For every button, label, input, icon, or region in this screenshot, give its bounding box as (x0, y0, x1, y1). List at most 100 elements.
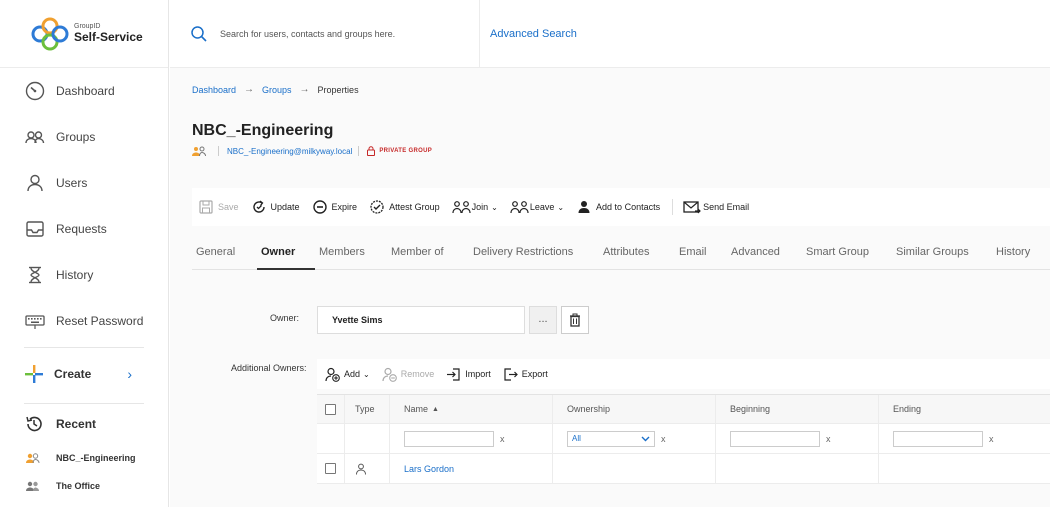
search-input[interactable] (220, 28, 470, 39)
logo[interactable]: GroupID Self-Service (0, 0, 168, 68)
breadcrumb-separator: → (299, 84, 310, 95)
owner-label: Owner: (270, 313, 300, 323)
tab-smart-group[interactable]: Smart Group (802, 238, 892, 270)
tab-general[interactable]: General (192, 238, 257, 270)
ownership-filter-select[interactable]: All (567, 430, 655, 447)
search-icon[interactable] (190, 25, 208, 43)
beginning-filter-input[interactable] (730, 430, 820, 447)
ownership-filter-value: All (572, 434, 581, 443)
chevron-down-icon (641, 436, 650, 442)
sidebar-item-label: History (56, 268, 94, 282)
recent-history-icon (24, 414, 44, 434)
tab-attributes[interactable]: Attributes (599, 238, 675, 270)
column-name[interactable]: Name ▲ (390, 395, 553, 423)
chevron-down-icon: ⌄ (363, 369, 370, 379)
breadcrumb-current: Properties (317, 84, 359, 95)
group-toolbar: Save Update Expire Attest Group Join ⌄ L… (192, 188, 1050, 226)
recent-label: Recent (56, 417, 97, 431)
sidebar-item-reset-password[interactable]: Reset Password (0, 298, 168, 344)
page-title: NBC_-Engineering (192, 122, 334, 139)
owner-name-link[interactable]: Lars Gordon (404, 464, 454, 474)
update-label: Update (270, 202, 300, 212)
leave-icon (510, 199, 529, 215)
add-to-contacts-label: Add to Contacts (596, 202, 661, 212)
top-bar: Advanced Search (170, 0, 1050, 68)
create-button[interactable]: Create › (0, 348, 168, 400)
group-icon (192, 146, 206, 156)
add-to-contacts-button[interactable]: Add to Contacts (576, 199, 660, 215)
remove-owner-list-button[interactable]: Remove (382, 367, 435, 382)
recent-item-the-office[interactable]: The Office (0, 472, 168, 500)
main-content: Dashboard → Groups → Properties NBC_-Eng… (170, 68, 1050, 507)
additional-owners-label: Additional Owners: (231, 363, 307, 373)
export-button[interactable]: Export (503, 367, 548, 382)
owner-field[interactable]: Yvette Sims (317, 306, 525, 334)
trash-icon (568, 313, 582, 327)
sidebar-item-label: Reset Password (56, 314, 144, 328)
tab-advanced[interactable]: Advanced (727, 238, 802, 270)
name-filter-input[interactable] (404, 430, 494, 447)
sidebar-item-label: Requests (56, 222, 107, 236)
select-all-checkbox[interactable] (325, 403, 336, 415)
sidebar-item-history[interactable]: History (0, 252, 168, 298)
recent-header: Recent (0, 404, 168, 444)
expire-label: Expire (331, 202, 358, 212)
ending-filter-input[interactable] (893, 430, 983, 447)
remove-owner-button[interactable] (561, 306, 589, 334)
row-checkbox[interactable] (325, 463, 336, 474)
breadcrumb-dashboard[interactable]: Dashboard (192, 85, 236, 95)
table-row[interactable]: Lars Gordon (317, 454, 1050, 484)
clear-filter-icon[interactable]: x (661, 434, 666, 444)
sidebar-item-label: Dashboard (56, 84, 115, 98)
update-button[interactable]: Update (251, 199, 300, 215)
chevron-down-icon: ⌄ (557, 202, 565, 212)
column-ownership[interactable]: Ownership (553, 395, 716, 423)
add-owner-label: Add (344, 369, 361, 379)
lock-icon (367, 146, 376, 156)
toolbar-divider (672, 199, 674, 215)
breadcrumb-groups[interactable]: Groups (262, 85, 292, 95)
column-type: Type (345, 395, 390, 423)
tab-delivery-restrictions[interactable]: Delivery Restrictions (469, 238, 599, 270)
tab-bar: General Owner Members Member of Delivery… (192, 238, 1050, 270)
breadcrumb: Dashboard → Groups → Properties (192, 84, 359, 95)
mail-icon (683, 199, 701, 215)
tab-members[interactable]: Members (315, 238, 387, 270)
column-beginning[interactable]: Beginning (716, 395, 879, 423)
tab-owner[interactable]: Owner (257, 238, 315, 270)
browse-owner-button[interactable]: ... (529, 306, 557, 334)
attest-group-button[interactable]: Attest Group (369, 199, 440, 215)
clear-filter-icon[interactable]: x (989, 434, 994, 444)
dashboard-icon (24, 80, 46, 102)
private-group-badge: PRIVATE GROUP (379, 148, 433, 154)
tab-email[interactable]: Email (675, 238, 727, 270)
group-email-link[interactable]: NBC_-Engineering@milkyway.local (227, 147, 352, 156)
tab-member-of[interactable]: Member of (387, 238, 469, 270)
import-button[interactable]: Import (446, 367, 491, 382)
add-owner-button[interactable]: Add ⌄ (325, 367, 370, 382)
hourglass-icon (24, 264, 46, 286)
breadcrumb-separator: → (244, 84, 255, 95)
sidebar-item-groups[interactable]: Groups (0, 114, 168, 160)
tab-similar-groups[interactable]: Similar Groups (892, 238, 992, 270)
recent-item-nbc-engineering[interactable]: NBC_-Engineering (0, 444, 168, 472)
expire-button[interactable]: Expire (312, 199, 358, 215)
clear-filter-icon[interactable]: x (500, 434, 505, 444)
save-button[interactable]: Save (198, 199, 239, 215)
sidebar-item-dashboard[interactable]: Dashboard (0, 68, 168, 114)
clear-filter-icon[interactable]: x (826, 434, 831, 444)
remove-owner-label: Remove (400, 369, 435, 379)
column-ending[interactable]: Ending (879, 395, 1050, 423)
sidebar-item-users[interactable]: Users (0, 160, 168, 206)
send-email-button[interactable]: Send Email (683, 199, 749, 215)
logo-icon (30, 16, 72, 52)
divider (218, 146, 219, 156)
grid-filter-row: x All x x x (317, 424, 1050, 454)
join-button[interactable]: Join ⌄ (451, 199, 498, 215)
advanced-search-link[interactable]: Advanced Search (490, 28, 577, 40)
user-icon (24, 172, 46, 194)
search-bar (170, 0, 480, 68)
sidebar-item-requests[interactable]: Requests (0, 206, 168, 252)
tab-history[interactable]: History (992, 238, 1047, 270)
leave-button[interactable]: Leave ⌄ (510, 199, 564, 215)
